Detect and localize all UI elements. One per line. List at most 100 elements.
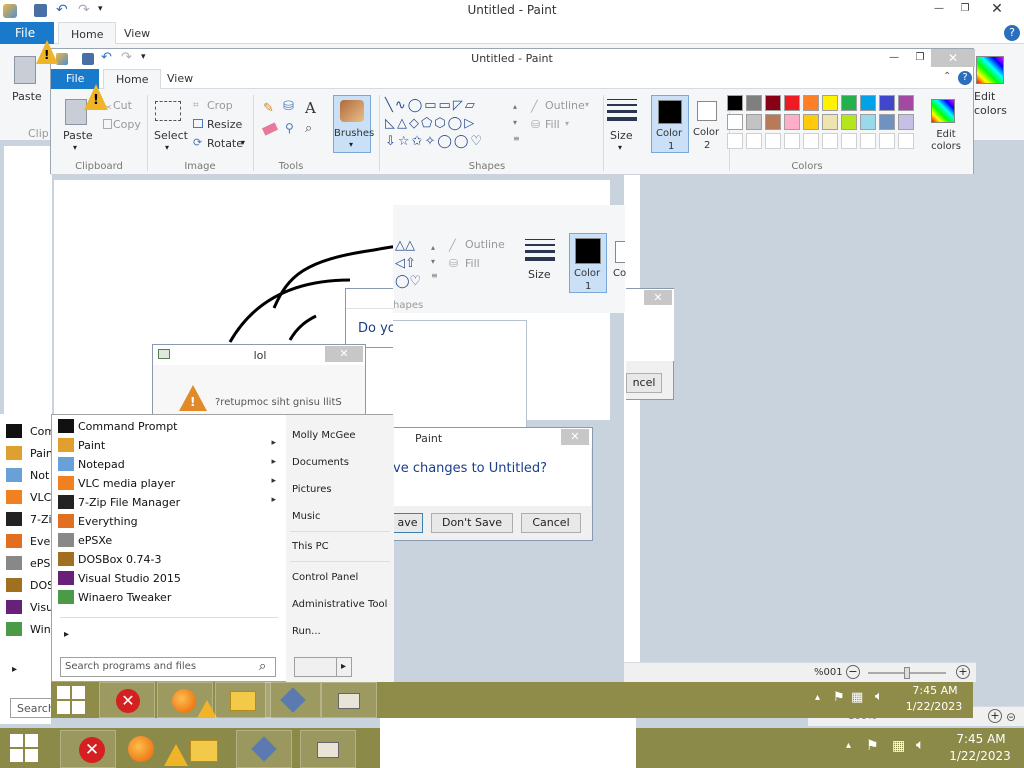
- home-menu-tab[interactable]: Home: [103, 69, 162, 89]
- resize-icon[interactable]: [193, 119, 203, 128]
- shapes-gallery-partial[interactable]: △△ ◁⇧ ◯♡: [395, 237, 431, 291]
- minimize-icon[interactable]: —: [932, 3, 946, 15]
- fill-button[interactable]: Fill: [465, 257, 480, 270]
- crop-icon[interactable]: ⌗: [193, 100, 199, 111]
- shape-line-icon[interactable]: ╲∿◯▭▭◸▱: [385, 98, 477, 113]
- ribbon-collapse-icon[interactable]: ⌃: [943, 71, 951, 82]
- magnifier-icon[interactable]: ⌕: [305, 121, 312, 136]
- start-menu-program-item[interactable]: 7-Zi: [6, 510, 52, 529]
- control-panel-link[interactable]: Control Panel: [292, 572, 358, 583]
- size-icon[interactable]: [607, 99, 637, 121]
- start-menu-program-item[interactable]: DOS: [6, 576, 54, 595]
- shutdown-options-button[interactable]: ▸: [336, 657, 352, 677]
- network-icon[interactable]: ▦: [892, 738, 905, 754]
- start-button[interactable]: [10, 734, 38, 762]
- edit-colors-icon[interactable]: [931, 99, 955, 123]
- close-icon[interactable]: ✕: [990, 2, 1004, 16]
- cancel-button[interactable]: ncel: [626, 373, 662, 393]
- shapes-scroll-icon[interactable]: ▴ ▾ ≡: [513, 99, 520, 147]
- cancel-button[interactable]: Cancel: [521, 513, 581, 533]
- palette-color-swatch[interactable]: [841, 114, 857, 130]
- palette-color-swatch[interactable]: [898, 95, 914, 111]
- palette-color-swatch[interactable]: [765, 114, 781, 130]
- rotate-icon[interactable]: ⟳: [193, 136, 202, 149]
- palette-color-swatch[interactable]: [822, 95, 838, 111]
- restore-icon[interactable]: ❐: [958, 3, 972, 15]
- palette-color-swatch[interactable]: [746, 114, 762, 130]
- palette-empty-swatch[interactable]: [879, 133, 895, 149]
- cut-button[interactable]: Cut: [113, 99, 132, 112]
- edit-colors-button[interactable]: Edit colors: [929, 129, 963, 153]
- close-button[interactable]: ✕: [325, 346, 363, 362]
- search-box-back[interactable]: Search: [10, 698, 55, 718]
- outline-button[interactable]: Outline: [545, 99, 585, 112]
- fill-dropdown-icon[interactable]: ▾: [565, 119, 569, 128]
- palette-color-swatch[interactable]: [860, 95, 876, 111]
- shape-arrow-icon[interactable]: ⇩☆✩✧◯◯♡: [385, 134, 484, 149]
- start-menu-program-item[interactable]: 7-Zip File Manager ▸: [58, 493, 276, 512]
- palette-empty-swatch[interactable]: [898, 133, 914, 149]
- resize-button[interactable]: Resize: [207, 118, 242, 131]
- start-menu-program-item[interactable]: Visual Studio 2015: [58, 569, 276, 588]
- outline-icon[interactable]: ╱: [531, 100, 538, 113]
- tray-expand-icon[interactable]: ▴: [846, 740, 851, 751]
- palette-color-swatch[interactable]: [784, 114, 800, 130]
- palette-empty-swatch[interactable]: [841, 133, 857, 149]
- search-icon[interactable]: ⌕: [259, 659, 266, 674]
- palette-color-swatch[interactable]: [822, 114, 838, 130]
- flag-icon[interactable]: ⚑: [866, 738, 879, 754]
- clock-date[interactable]: 1/22/2023: [899, 700, 969, 713]
- shapes-scroll-icon[interactable]: ▴ ▾ ≡: [431, 241, 438, 283]
- palette-color-swatch[interactable]: [898, 114, 914, 130]
- palette-empty-swatch[interactable]: [784, 133, 800, 149]
- select-button[interactable]: Select: [154, 129, 188, 142]
- start-menu-program-item[interactable]: Notepad ▸: [58, 455, 276, 474]
- start-button[interactable]: [57, 686, 85, 714]
- edit-colors-icon[interactable]: [976, 56, 1004, 84]
- color2-button[interactable]: Color 2: [691, 95, 725, 153]
- palette-color-swatch[interactable]: [727, 114, 743, 130]
- zoom-slider-thumb[interactable]: [904, 667, 910, 679]
- palette-color-swatch[interactable]: [746, 95, 762, 111]
- start-menu-program-item[interactable]: Command Prompt: [58, 417, 276, 436]
- palette-empty-swatch[interactable]: [822, 133, 838, 149]
- all-programs-arrow-icon[interactable]: ▸: [64, 629, 69, 640]
- search-box[interactable]: Search programs and files ⌕: [60, 657, 276, 677]
- palette-color-swatch[interactable]: [860, 114, 876, 130]
- taskbar-app-button[interactable]: [265, 682, 321, 718]
- start-menu-program-item[interactable]: Not: [6, 466, 52, 485]
- crop-button[interactable]: Crop: [207, 99, 233, 112]
- clock-date[interactable]: 1/22/2023: [940, 749, 1020, 763]
- paste-button[interactable]: Paste: [63, 129, 93, 142]
- user-name-link[interactable]: Molly McGee: [292, 430, 356, 441]
- volume-icon[interactable]: 🔈︎: [916, 737, 924, 753]
- save-button[interactable]: ave: [393, 513, 423, 533]
- music-link[interactable]: Music: [292, 511, 320, 522]
- palette-color-swatch[interactable]: [803, 95, 819, 111]
- color2-swatch[interactable]: [615, 241, 625, 263]
- minimize-icon[interactable]: —: [887, 52, 901, 64]
- taskbar-explorer-button[interactable]: [186, 732, 222, 766]
- start-menu-program-item[interactable]: VLC: [6, 488, 52, 507]
- shapes-gallery[interactable]: ╲∿◯▭▭◸▱ ◺△◇⬠⬡◯▷ ⇩☆✩✧◯◯♡: [385, 97, 517, 149]
- restore-icon[interactable]: ❐: [913, 52, 927, 64]
- all-programs-arrow-icon[interactable]: ▸: [12, 664, 17, 675]
- start-menu-program-item[interactable]: Ever: [6, 532, 55, 551]
- copy-icon[interactable]: [103, 119, 112, 129]
- clock-time[interactable]: 7:45 AM: [946, 732, 1016, 746]
- start-menu-program-item[interactable]: DOSBox 0.74-3: [58, 550, 276, 569]
- palette-color-swatch[interactable]: [727, 95, 743, 111]
- flag-icon[interactable]: ⚑: [833, 690, 845, 705]
- network-icon[interactable]: ▦: [851, 690, 863, 705]
- fill-icon[interactable]: ⛁: [449, 257, 458, 270]
- select-dropdown-icon[interactable]: ▾: [165, 143, 169, 152]
- palette-color-swatch[interactable]: [879, 114, 895, 130]
- size-icon[interactable]: [525, 239, 555, 261]
- brushes-button[interactable]: Brushes ▾: [333, 95, 374, 153]
- outline-dropdown-icon[interactable]: ▾: [585, 100, 589, 109]
- color1-button[interactable]: Color 1: [651, 95, 689, 153]
- start-menu-program-item[interactable]: Com: [6, 422, 55, 441]
- home-menu-tab[interactable]: Home: [58, 22, 117, 44]
- zoom-in-icon[interactable]: +: [956, 665, 970, 679]
- eraser-icon[interactable]: [261, 122, 279, 136]
